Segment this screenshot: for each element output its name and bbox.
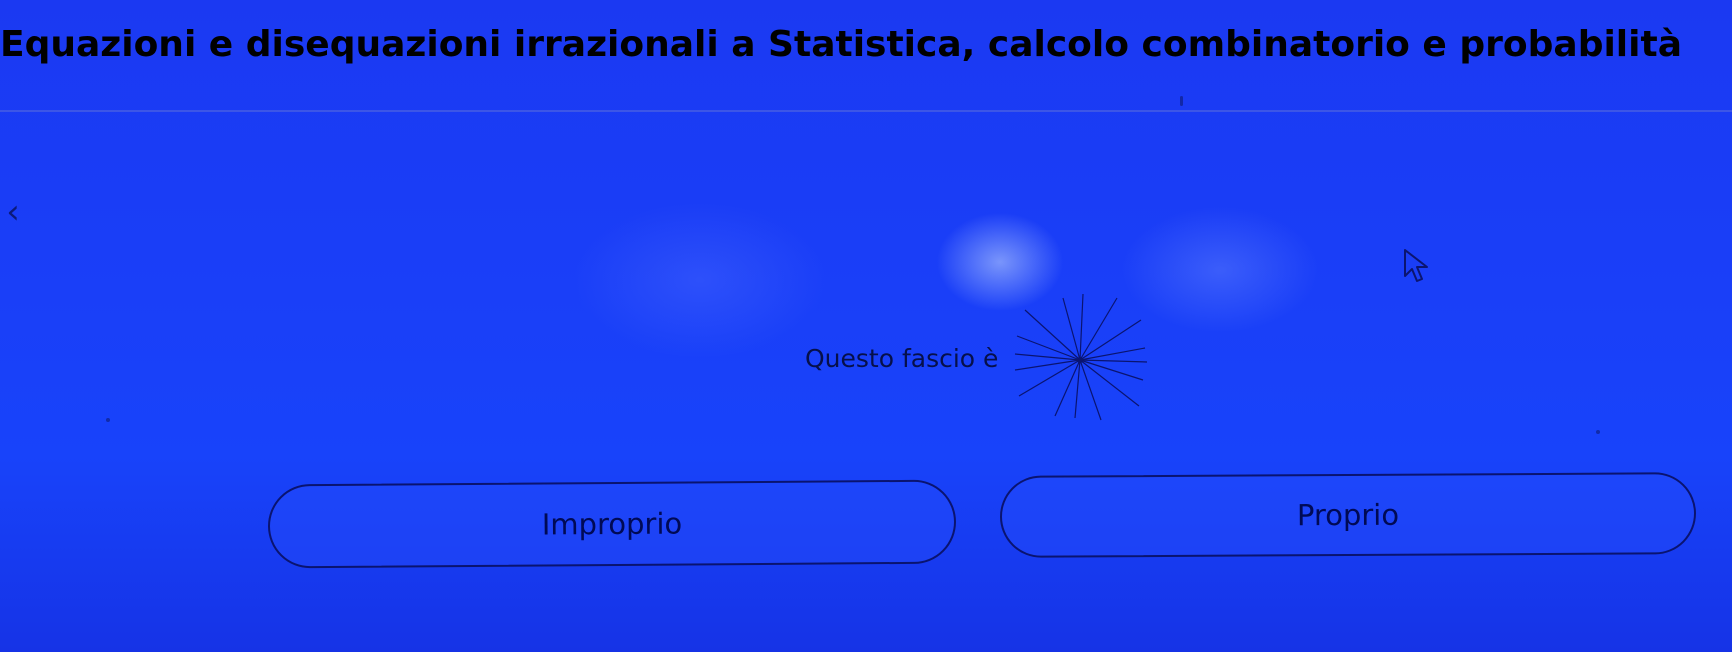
- mouse-pointer-icon: [1404, 249, 1428, 282]
- header-divider: [0, 110, 1732, 112]
- screen-speck: [1180, 96, 1183, 106]
- chevron-left-icon[interactable]: ‹: [0, 190, 26, 234]
- answer-improprio-button[interactable]: Improprio: [267, 479, 957, 569]
- question-prompt: Questo fascio è: [805, 344, 999, 373]
- screen-speck: [1596, 430, 1600, 434]
- answer-improprio-label: Improprio: [541, 506, 683, 542]
- page-title: Equazioni e disequazioni irrazionali a S…: [0, 24, 1682, 65]
- pencil-of-lines-icon: [1014, 293, 1148, 421]
- answer-proprio-button[interactable]: Proprio: [999, 472, 1697, 558]
- answer-proprio-label: Proprio: [1296, 497, 1400, 533]
- screen-speck: [106, 418, 110, 422]
